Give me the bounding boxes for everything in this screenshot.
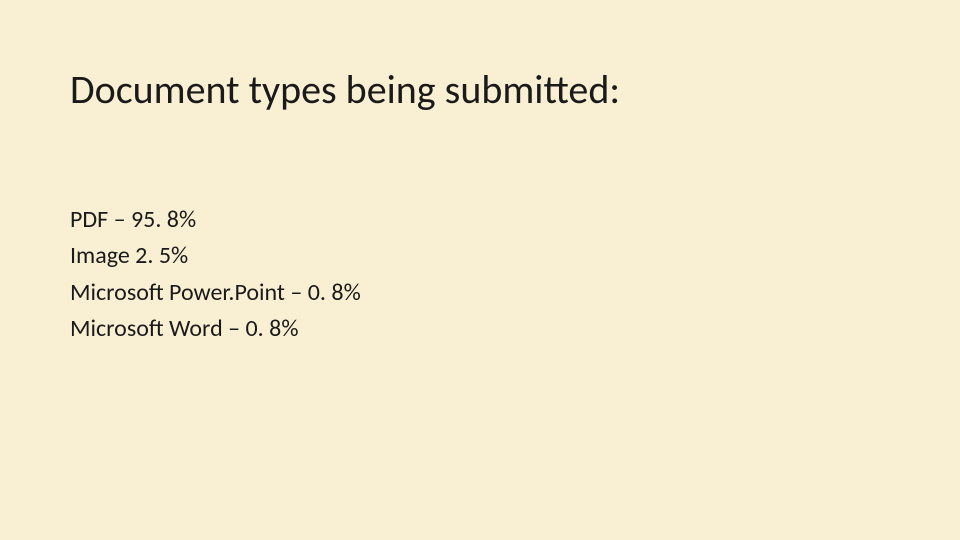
document-type-list: PDF – 95. 8% Image 2. 5% Microsoft Power… <box>70 204 890 346</box>
slide-title: Document types being submitted: <box>70 65 890 114</box>
list-item: Microsoft Power.Point – 0. 8% <box>70 277 890 309</box>
list-item: Microsoft Word – 0. 8% <box>70 313 890 345</box>
list-item: Image 2. 5% <box>70 240 890 272</box>
list-item: PDF – 95. 8% <box>70 204 890 236</box>
slide: Document types being submitted: PDF – 95… <box>0 0 960 411</box>
